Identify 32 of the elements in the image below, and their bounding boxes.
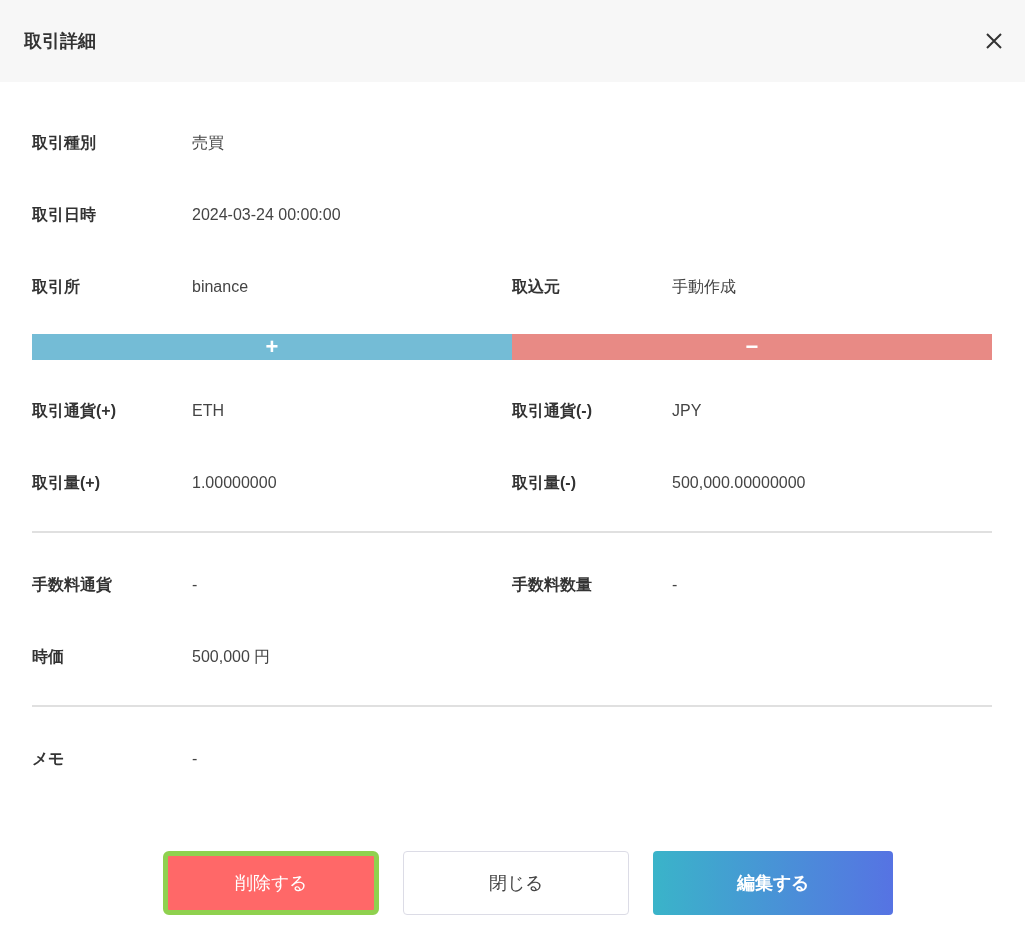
- field-value: -: [192, 576, 198, 594]
- field-label: 取引量(+): [32, 472, 101, 493]
- field-value: ETH: [192, 402, 224, 420]
- field-value: 500,000.00000000: [672, 474, 806, 492]
- field-value: binance: [192, 278, 249, 296]
- field-value: 売買: [192, 132, 224, 153]
- field-value: -: [672, 576, 678, 594]
- dialog-title: 取引詳細: [24, 30, 96, 53]
- close-button[interactable]: [985, 32, 1003, 50]
- field-label: 取引日時: [32, 204, 97, 225]
- field-label: 手数料数量: [512, 574, 593, 595]
- delete-button[interactable]: 削除する: [162, 851, 379, 915]
- field-value: JPY: [672, 402, 702, 420]
- field-label: 取引量(-): [512, 472, 577, 493]
- side-bar: −: [512, 334, 992, 360]
- field-value: 手動作成: [672, 276, 736, 297]
- field-label: 時価: [32, 646, 65, 667]
- field-value: 500,000 円: [192, 646, 271, 667]
- field-value: -: [192, 750, 198, 768]
- field-label: 取引種別: [32, 132, 97, 153]
- field-value: 1.00000000: [192, 474, 277, 492]
- field-label: 取引所: [32, 276, 81, 297]
- field-label: 取込元: [512, 276, 561, 297]
- field-label: 取引通貨(-): [512, 400, 593, 421]
- field-value: 2024-03-24 00:00:00: [192, 206, 341, 224]
- close-icon: [985, 32, 1003, 50]
- close-dialog-button[interactable]: 閉じる: [402, 851, 629, 915]
- side-bar: +: [32, 334, 512, 360]
- field-label: 手数料通貨: [32, 574, 113, 595]
- field-label: メモ: [32, 748, 65, 769]
- field-label: 取引通貨(+): [32, 400, 117, 421]
- edit-button[interactable]: 編集する: [652, 851, 893, 915]
